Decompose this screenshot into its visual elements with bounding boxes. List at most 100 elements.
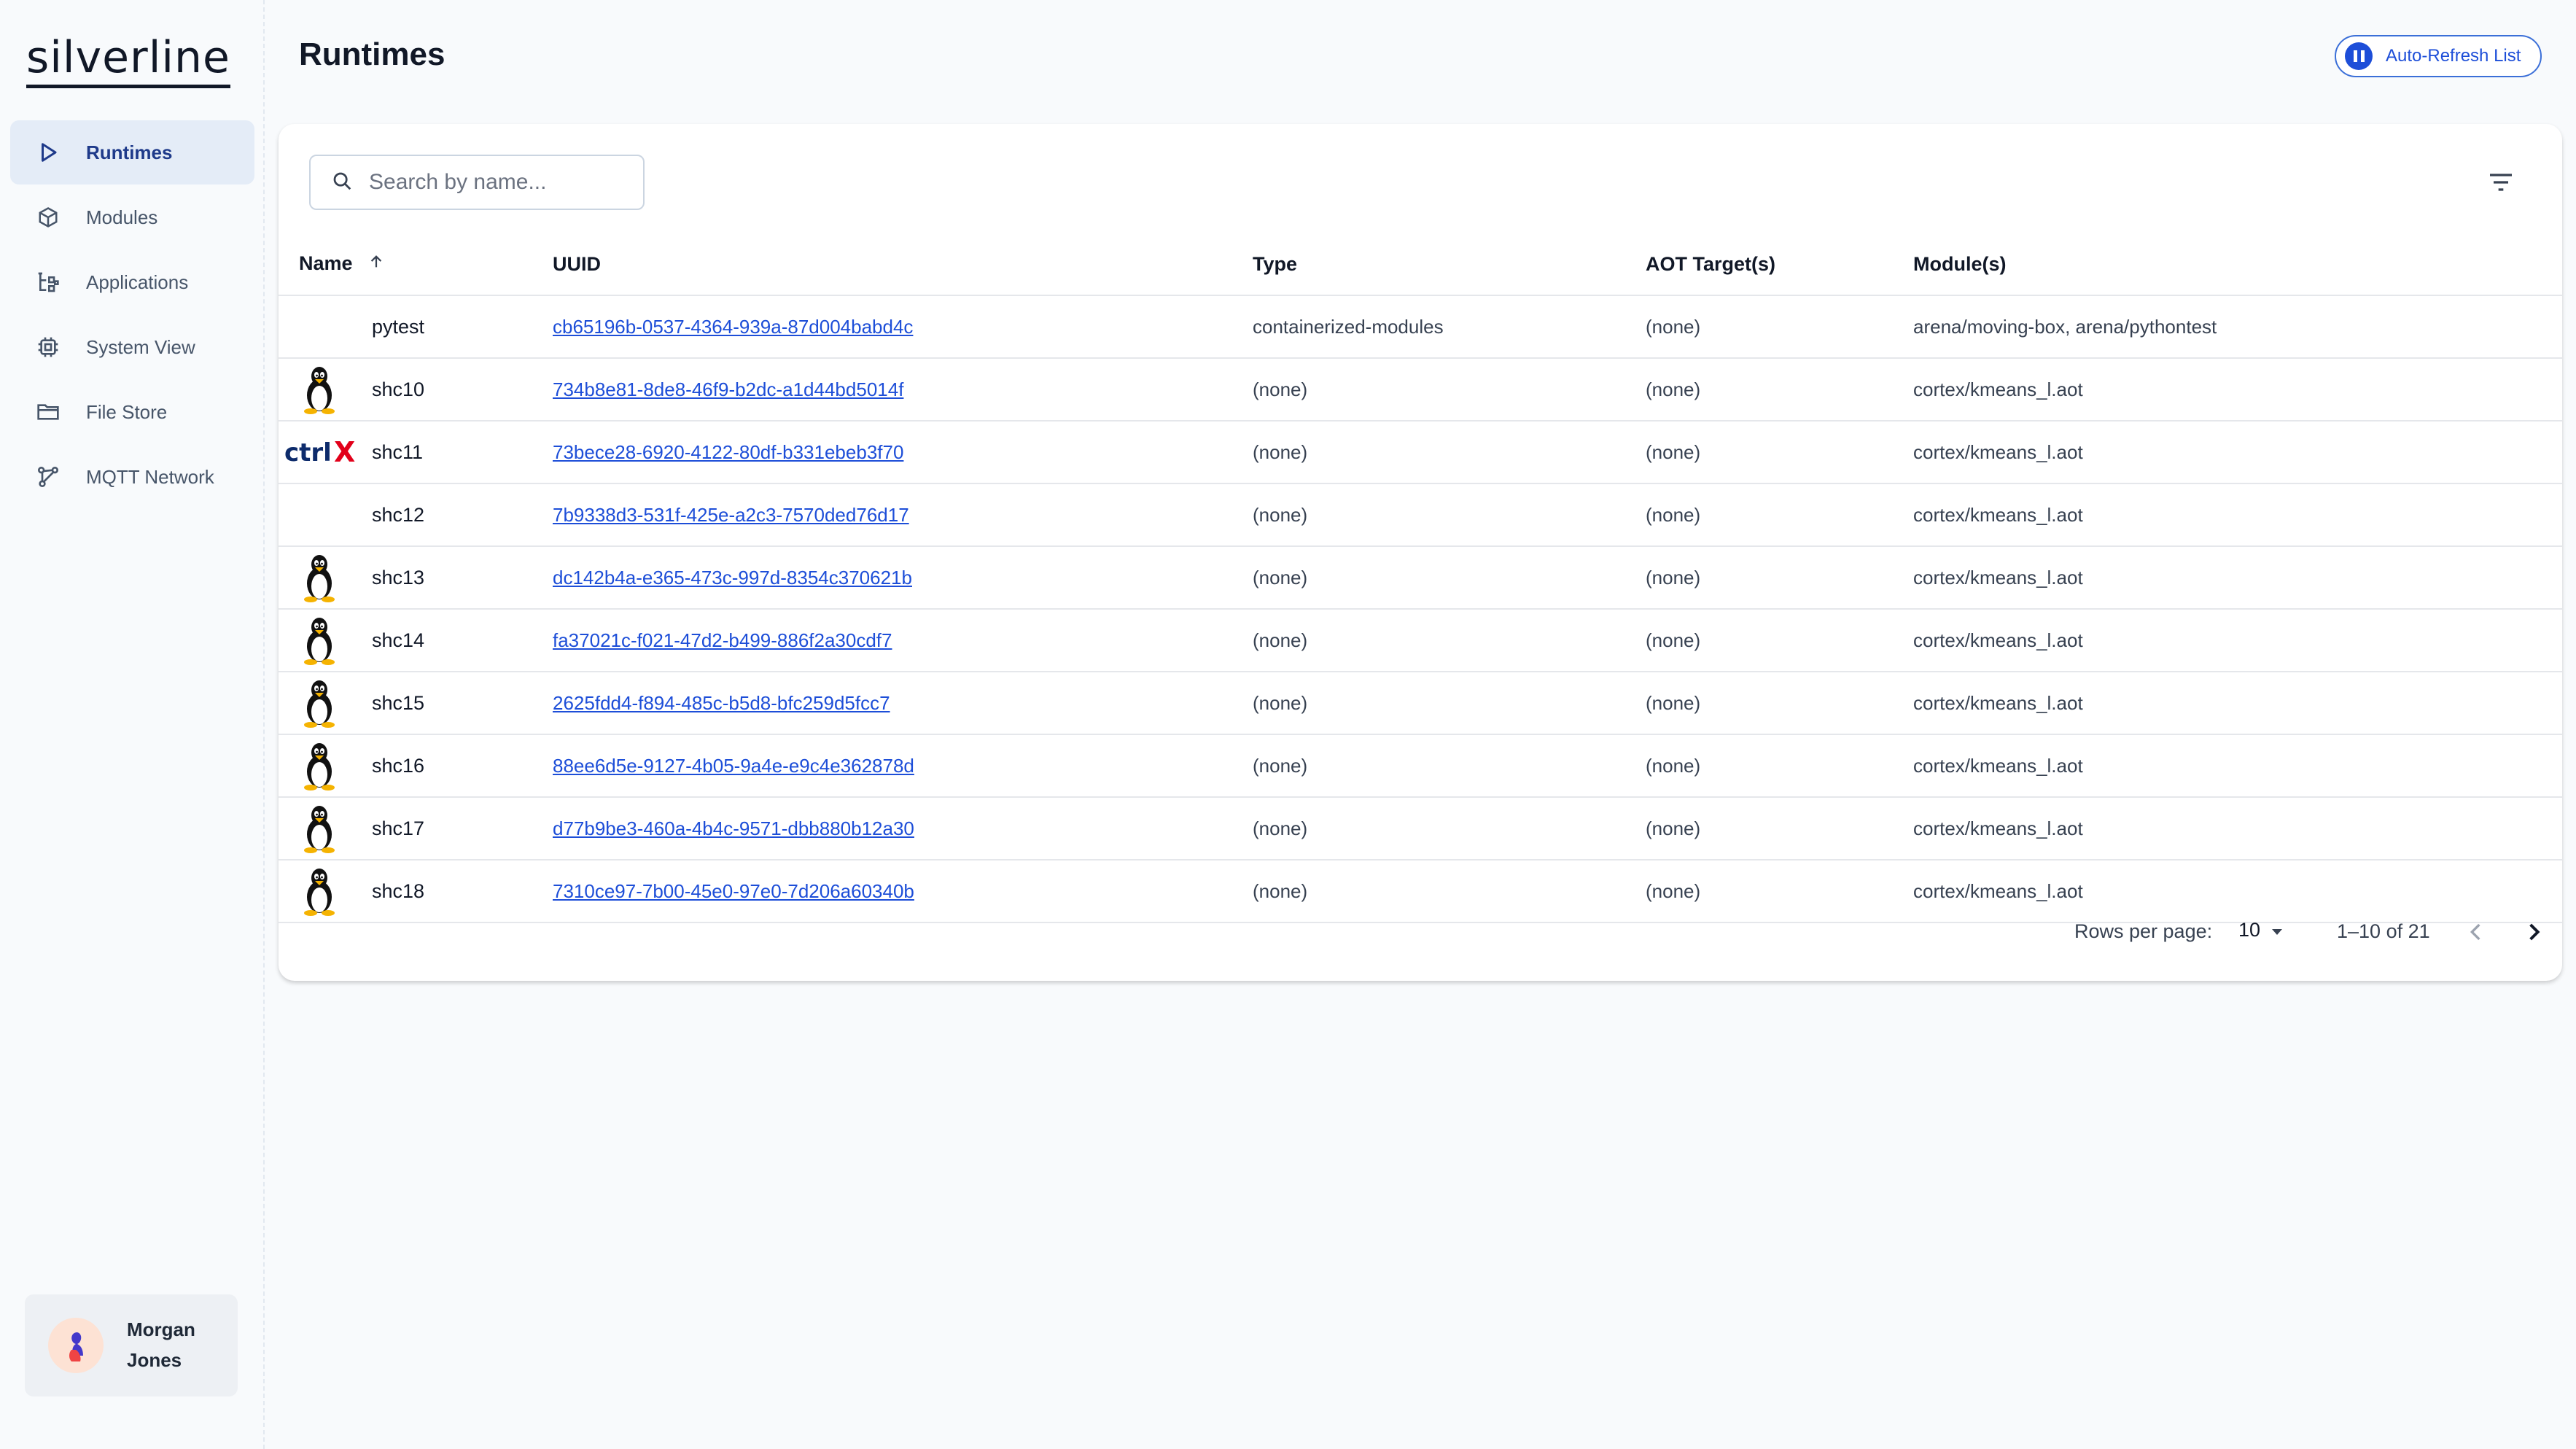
column-header-uuid[interactable]: UUID	[553, 233, 1253, 296]
cell-modules: cortex/kmeans_l.aot	[1913, 672, 2562, 735]
user-name: Morgan Jones	[127, 1318, 195, 1371]
cell-aot-targets: (none)	[1646, 483, 1913, 547]
runtime-name: shc16	[372, 754, 425, 777]
table-row[interactable]: shc10 734b8e81-8de8-46f9-b2dc-a1d44bd5014…	[279, 358, 2562, 422]
cell-uuid: 734b8e81-8de8-46f9-b2dc-a1d44bd5014f	[553, 358, 1253, 422]
uuid-link[interactable]: fa37021c-f021-47d2-b499-886f2a30cdf7	[553, 629, 892, 651]
sort-ascending-icon[interactable]	[368, 253, 384, 276]
runtime-name: shc17	[372, 817, 425, 839]
table-row[interactable]: shc14 fa37021c-f021-47d2-b499-886f2a30cdf…	[279, 609, 2562, 672]
auto-refresh-button[interactable]: Auto-Refresh List	[2335, 35, 2542, 77]
next-page-button[interactable]	[2518, 917, 2548, 947]
rows-per-page-select[interactable]: 10	[2238, 919, 2284, 941]
sidebar-item-system-view[interactable]: System View	[10, 315, 254, 379]
cell-name: shc14	[279, 609, 553, 672]
cell-uuid: d77b9be3-460a-4b4c-9571-dbb880b12a30	[553, 797, 1253, 861]
sidebar-nav: Runtimes Modules Applications System Vie…	[10, 120, 254, 510]
search-input[interactable]	[367, 169, 633, 195]
chip-icon	[35, 334, 61, 360]
runtime-name: shc12	[372, 503, 425, 526]
sidebar-item-label: Modules	[86, 206, 158, 228]
column-header-name[interactable]: Name	[279, 233, 553, 296]
table-body: pytest cb65196b-0537-4364-939a-87d004babd…	[279, 295, 2562, 923]
linux-tux-icon	[299, 552, 372, 603]
cell-name: shc16	[279, 734, 553, 798]
runtimes-card: Name UUID Type AOT Target(s) Module(s) p…	[279, 124, 2562, 981]
sidebar-item-modules[interactable]: Modules	[10, 185, 254, 249]
table-row[interactable]: shc12 7b9338d3-531f-425e-a2c3-7570ded76d1…	[279, 483, 2562, 547]
linux-tux-icon	[299, 615, 372, 666]
column-header-aot-targets[interactable]: AOT Target(s)	[1646, 233, 1913, 296]
table-row[interactable]: shc16 88ee6d5e-9127-4b05-9a4e-e9c4e362878…	[279, 734, 2562, 798]
sidebar-item-label: System View	[86, 335, 195, 358]
uuid-link[interactable]: 734b8e81-8de8-46f9-b2dc-a1d44bd5014f	[553, 378, 903, 400]
cell-modules: cortex/kmeans_l.aot	[1913, 483, 2562, 547]
app-logo[interactable]: silverline	[26, 34, 230, 88]
sidebar-item-label: Applications	[86, 271, 189, 293]
table-row[interactable]: ctrl Xshc11 73bece28-6920-4122-80df-b331eb…	[279, 421, 2562, 484]
cell-uuid: fa37021c-f021-47d2-b499-886f2a30cdf7	[553, 609, 1253, 672]
pause-icon	[2345, 42, 2373, 70]
pagination-range: 1–10 of 21	[2337, 920, 2430, 942]
sidebar-item-mqtt-network[interactable]: MQTT Network	[10, 445, 254, 509]
table-row[interactable]: pytest cb65196b-0537-4364-939a-87d004babd…	[279, 295, 2562, 359]
sidebar-item-applications[interactable]: Applications	[10, 250, 254, 314]
table-row[interactable]: shc13 dc142b4a-e365-473c-997d-8354c370621…	[279, 546, 2562, 610]
cell-type: (none)	[1253, 546, 1646, 610]
uuid-link[interactable]: cb65196b-0537-4364-939a-87d004babd4c	[553, 316, 913, 338]
ctrlx-logo-icon: ctrl X	[284, 427, 372, 478]
folder-icon	[35, 399, 61, 425]
cell-uuid: cb65196b-0537-4364-939a-87d004babd4c	[553, 295, 1253, 359]
uuid-link[interactable]: 2625fdd4-f894-485c-b5d8-bfc259d5fcc7	[553, 692, 890, 714]
cell-name: shc12	[279, 483, 553, 547]
cell-type: (none)	[1253, 358, 1646, 422]
auto-refresh-label: Auto-Refresh List	[2386, 46, 2521, 66]
sidebar-item-file-store[interactable]: File Store	[10, 380, 254, 444]
cell-aot-targets: (none)	[1646, 358, 1913, 422]
sidebar: silverline Runtimes Modules Applications…	[0, 0, 265, 1449]
linux-tux-icon	[299, 364, 372, 415]
table-row[interactable]: shc17 d77b9be3-460a-4b4c-9571-dbb880b12a3…	[279, 797, 2562, 861]
uuid-link[interactable]: 7b9338d3-531f-425e-a2c3-7570ded76d17	[553, 504, 909, 526]
avatar	[48, 1318, 104, 1373]
user-card[interactable]: Morgan Jones	[25, 1294, 238, 1396]
cell-modules: cortex/kmeans_l.aot	[1913, 609, 2562, 672]
cell-uuid: 7b9338d3-531f-425e-a2c3-7570ded76d17	[553, 483, 1253, 547]
sidebar-item-label: Runtimes	[86, 141, 173, 163]
empty-icon-slot	[299, 489, 372, 540]
column-header-type[interactable]: Type	[1253, 233, 1646, 296]
cell-modules: cortex/kmeans_l.aot	[1913, 546, 2562, 610]
cell-aot-targets: (none)	[1646, 609, 1913, 672]
runtime-name: shc11	[372, 440, 424, 463]
cell-type: (none)	[1253, 797, 1646, 861]
table-row[interactable]: shc15 2625fdd4-f894-485c-b5d8-bfc259d5fcc…	[279, 672, 2562, 735]
linux-tux-icon	[299, 740, 372, 791]
search-box[interactable]	[309, 155, 645, 210]
cell-name: shc13	[279, 546, 553, 610]
uuid-link[interactable]: 7310ce97-7b00-45e0-97e0-7d206a60340b	[553, 880, 914, 902]
runtime-name: pytest	[372, 315, 425, 338]
cell-type: (none)	[1253, 734, 1646, 798]
cell-type: (none)	[1253, 609, 1646, 672]
sidebar-item-label: File Store	[86, 400, 168, 423]
column-header-modules[interactable]: Module(s)	[1913, 233, 2562, 296]
cell-modules: cortex/kmeans_l.aot	[1913, 734, 2562, 798]
cell-type: (none)	[1253, 672, 1646, 735]
runtime-name: shc14	[372, 629, 425, 651]
uuid-link[interactable]: 73bece28-6920-4122-80df-b331ebeb3f70	[553, 441, 903, 463]
cell-type: containerized-modules	[1253, 295, 1646, 359]
runtime-name: shc15	[372, 691, 425, 714]
caret-down-icon	[2270, 919, 2284, 941]
uuid-link[interactable]: d77b9be3-460a-4b4c-9571-dbb880b12a30	[553, 817, 914, 839]
runtimes-table: Name UUID Type AOT Target(s) Module(s) p…	[279, 233, 2562, 923]
linux-tux-icon	[299, 866, 372, 917]
cell-type: (none)	[1253, 483, 1646, 547]
sidebar-item-runtimes[interactable]: Runtimes	[10, 120, 254, 184]
rows-per-page-label: Rows per page:	[2074, 920, 2213, 942]
filter-icon[interactable]	[2486, 168, 2515, 197]
uuid-link[interactable]: dc142b4a-e365-473c-997d-8354c370621b	[553, 567, 912, 588]
uuid-link[interactable]: 88ee6d5e-9127-4b05-9a4e-e9c4e362878d	[553, 755, 914, 777]
svg-text:ctrl: ctrl	[284, 438, 332, 467]
previous-page-button[interactable]	[2462, 917, 2491, 947]
cell-name: ctrl Xshc11	[279, 421, 553, 484]
